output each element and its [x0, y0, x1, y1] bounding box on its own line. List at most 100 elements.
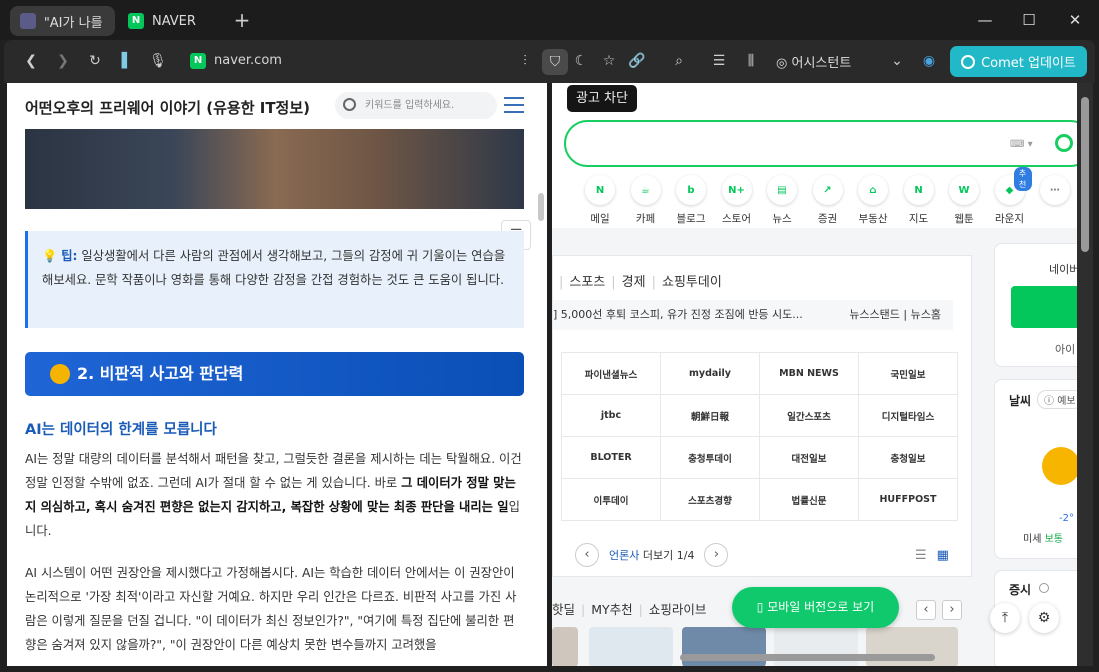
press-logo[interactable]: 국민일보	[858, 352, 958, 395]
press-logo[interactable]: mydaily	[660, 352, 760, 395]
login-button[interactable]	[1011, 286, 1077, 328]
press-logo[interactable]: 대전일보	[759, 436, 859, 479]
list-view-icon[interactable]: ☰	[915, 548, 937, 563]
news-tab-economy[interactable]: 경제	[622, 275, 646, 290]
more-services-icon[interactable]: ⋯	[1033, 175, 1077, 211]
pager-more[interactable]: 더보기	[643, 549, 673, 562]
comet-update-button[interactable]: Comet 업데이트	[950, 46, 1087, 77]
globe-icon[interactable]: ◉	[918, 50, 940, 72]
naver-page: ⌨ ▾ N 메일 ☕ 카페 b 블로그 N+ 스토어 ▤ 뉴스 ↗ 증권 ⌂ 부동산 N 지도 W 웹툰 ◆ 라운지 추…	[552, 83, 1077, 666]
link-icon[interactable]: 🔗	[626, 50, 648, 72]
dust-info: 미세 보통	[1023, 530, 1063, 545]
press-logo[interactable]: 디지털타임스	[858, 394, 958, 437]
screenshot-search-icon[interactable]: ⌕	[668, 50, 690, 72]
settings-sliders-icon[interactable]: ⫶	[514, 50, 536, 72]
next-page-icon[interactable]: ›	[704, 543, 729, 567]
grid-view-icon[interactable]: ▦	[937, 548, 959, 563]
ad-block-shield-icon[interactable]: ⛉	[542, 49, 568, 75]
press-logo[interactable]: 충청투데이	[660, 436, 760, 479]
cafe-icon: ☕	[630, 175, 661, 205]
shop-tab-hotdeal[interactable]: 핫딜	[552, 602, 575, 617]
newshome-link[interactable]: 뉴스홈	[911, 308, 941, 321]
scroll-top-icon[interactable]: ⤒	[990, 603, 1020, 633]
bookmark-star-icon[interactable]: ☆	[598, 50, 620, 72]
mobile-version-button[interactable]: ▯ 모바일 버전으로 보기	[732, 587, 899, 628]
newsstand-link[interactable]: 뉴스스탠드	[849, 308, 900, 321]
service-stock[interactable]: ↗ 증권	[806, 175, 850, 226]
blog-search-input[interactable]: 키워드를 입력하세요.	[335, 92, 497, 119]
settings-gear-icon[interactable]: ⚙	[1029, 603, 1059, 633]
voice-wave-icon[interactable]: ⫼	[740, 50, 762, 72]
press-logo[interactable]: 법률신문	[759, 478, 859, 521]
news-ticker[interactable]: ] 5,000선 후퇴 코스피, 유가 진정 조짐에 반등 시도... 뉴스스탠…	[553, 300, 953, 330]
minimize-button[interactable]: —	[970, 8, 1000, 32]
press-logo[interactable]: BLOTER	[561, 436, 661, 479]
press-logo[interactable]: HUFFPOST	[858, 478, 958, 521]
press-logo[interactable]: 충청일보	[858, 436, 958, 479]
stock-info-icon[interactable]	[1039, 583, 1049, 593]
shop-prev-icon[interactable]: ‹	[916, 600, 936, 620]
hamburger-menu-icon[interactable]	[504, 97, 524, 113]
more-icon: ⋯	[1040, 175, 1070, 205]
vertical-scrollbar-thumb[interactable]	[1081, 97, 1089, 252]
service-webtoon[interactable]: W 웹툰	[942, 175, 986, 226]
update-icon	[961, 54, 976, 69]
back-icon[interactable]: ❮	[20, 50, 42, 72]
service-lounge[interactable]: ◆ 라운지 추천	[988, 167, 1032, 226]
new-tab-button[interactable]: +	[230, 8, 254, 32]
service-map[interactable]: N 지도	[897, 175, 941, 226]
chevron-down-icon[interactable]: ⌄	[886, 50, 908, 72]
shop-tab-live[interactable]: 쇼핑라이브	[649, 602, 707, 617]
recommend-badge: 추천	[1013, 167, 1032, 191]
maximize-button[interactable]: ☐	[1014, 8, 1044, 32]
address-bar[interactable]: naver.com	[214, 53, 282, 68]
url-favicon: N	[190, 53, 206, 69]
login-sub[interactable]: 아이	[1055, 341, 1075, 357]
weather-card: 날씨 ⓘ 예보 -2° 미세 보통	[994, 379, 1077, 559]
service-mail[interactable]: N 메일	[578, 175, 622, 226]
reload-icon[interactable]: ↻	[84, 50, 106, 72]
service-news[interactable]: ▤ 뉴스	[760, 175, 804, 226]
weather-badge[interactable]: ⓘ 예보	[1037, 390, 1077, 409]
press-logo[interactable]: jtbc	[561, 394, 661, 437]
naver-search-input[interactable]	[564, 120, 1077, 167]
press-logo[interactable]: 朝鮮日報	[660, 394, 760, 437]
tab-naver[interactable]: N NAVER	[118, 6, 238, 36]
tab-blog[interactable]: "AI가 나를	[10, 6, 115, 36]
naver-search-icon[interactable]	[1055, 134, 1073, 152]
webtoon-icon: W	[949, 175, 979, 205]
weather-label: 날씨	[1009, 394, 1032, 408]
prev-page-icon[interactable]: ‹	[575, 543, 599, 567]
left-scrollbar[interactable]	[538, 193, 544, 221]
shop-tab-my[interactable]: MY추천	[591, 602, 632, 617]
shop-next-icon[interactable]: ›	[942, 600, 962, 620]
press-logo[interactable]: 이투데이	[561, 478, 661, 521]
shop-item-image[interactable]	[589, 627, 673, 666]
view-toggle: ☰▦	[915, 548, 959, 563]
blog-title[interactable]: 어떤오후의 프리웨어 이야기 (유용한 IT정보)	[25, 97, 310, 118]
service-realestate[interactable]: ⌂ 부동산	[851, 175, 895, 226]
microphone-icon[interactable]: 🎙	[147, 50, 169, 72]
press-logo[interactable]: 일간스포츠	[759, 394, 859, 437]
horizontal-scrollbar-thumb[interactable]	[680, 654, 935, 661]
press-logo[interactable]: 스포츠경향	[660, 478, 760, 521]
assistant-button[interactable]: ◎ 어시스턴트	[776, 52, 851, 71]
lightbulb-icon: 💡	[42, 249, 62, 263]
press-logo[interactable]: MBN NEWS	[759, 352, 859, 395]
keyboard-icon[interactable]: ⌨ ▾	[1010, 139, 1033, 150]
news-tab-shopping[interactable]: 쇼핑투데이	[662, 275, 722, 290]
reader-icon[interactable]: ☰	[708, 50, 730, 72]
sidebar-icon[interactable]: ▌	[116, 50, 138, 72]
shop-item-image[interactable]	[552, 627, 578, 666]
dark-mode-icon[interactable]: ☾	[570, 50, 592, 72]
service-label: 웹툰	[954, 213, 974, 225]
service-cafe[interactable]: ☕ 카페	[624, 175, 668, 226]
blog-favicon	[20, 13, 36, 29]
service-blog[interactable]: b 블로그	[669, 175, 713, 226]
news-tab-sports[interactable]: 스포츠	[569, 275, 605, 290]
service-store[interactable]: N+ 스토어	[715, 175, 759, 226]
close-button[interactable]: ✕	[1060, 8, 1090, 32]
search-placeholder: 키워드를 입력하세요.	[365, 100, 455, 111]
press-logo[interactable]: 파이낸셜뉴스	[561, 352, 661, 395]
forward-icon[interactable]: ❯	[52, 50, 74, 72]
